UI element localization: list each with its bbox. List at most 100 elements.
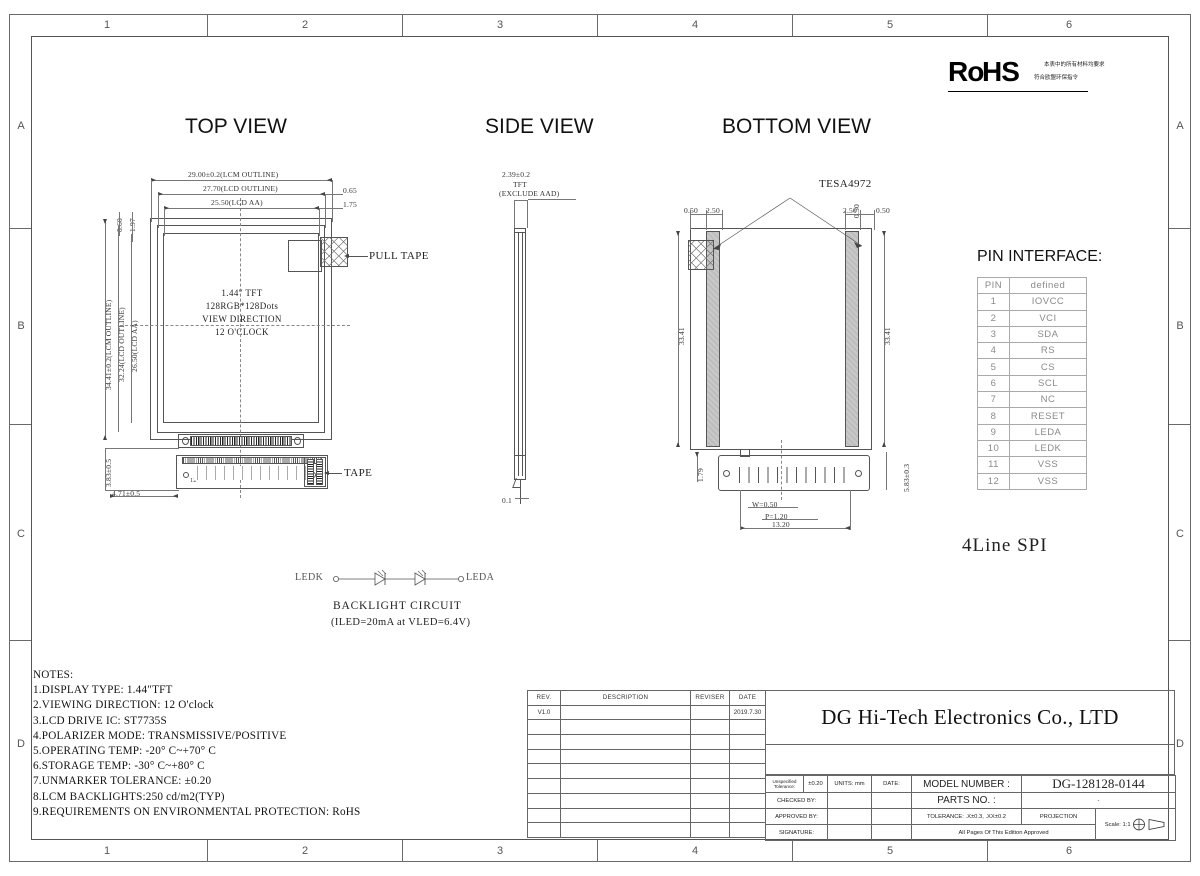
zone-label-left-a: A (17, 120, 25, 132)
revision-row (527, 792, 766, 809)
zone-label-right-a: A (1176, 120, 1184, 132)
backlight-title: BACKLIGHT CIRCUIT (333, 600, 462, 612)
zone-tick (9, 228, 31, 229)
dim-lcm-height: 34.41±0.2(LCM OUTLINE) (104, 299, 113, 390)
dim-arrow (695, 452, 699, 457)
pull-tape-box (288, 240, 322, 272)
revision-rev (527, 822, 561, 838)
zone-label-top-5: 5 (886, 19, 894, 31)
zone-tick (597, 14, 598, 36)
ext-line (158, 194, 159, 228)
scale-label: Scale: 1:1 (1104, 822, 1131, 829)
zone-label-bottom-1: 1 (103, 845, 111, 857)
revision-header-row: REV. DESCRIPTION REVISER DATE (527, 690, 766, 706)
revision-date: 2019.7.30 (729, 704, 766, 721)
ext-line (164, 208, 165, 236)
zone-tick (207, 840, 208, 862)
pin-number: 1 (977, 293, 1010, 311)
revision-reviser (690, 778, 730, 794)
zone-tick (402, 14, 403, 36)
revision-desc (560, 734, 691, 750)
revision-desc (560, 719, 691, 736)
title-block-row-3: APPROVED BY: TOLERANCE: .X±0.3, .XX±0.2 … (765, 808, 1176, 841)
zone-tick (207, 14, 208, 36)
zone-label-top-2: 2 (301, 19, 309, 31)
zone-tick (597, 840, 598, 862)
backlight-leda-label: LEDA (466, 572, 495, 583)
zone-tick (792, 840, 793, 862)
notes-block: NOTES: 1.DISPLAY TYPE: 1.44″TFT 2.VIEWING… (33, 668, 513, 820)
zone-tick (9, 424, 31, 425)
unspecified-tolerance-value: ±0.20 (803, 775, 828, 793)
dim-line-065 (325, 194, 343, 195)
tesa-label: TESA4972 (819, 178, 872, 190)
ext-line (119, 212, 120, 236)
pin-signal-name: NC (1009, 391, 1087, 409)
dim-arrow (103, 219, 107, 224)
dim-line-lcd-width (158, 194, 325, 195)
bottom-view-title: BOTTOM VIEW (722, 115, 871, 138)
dim-line-thickness (514, 200, 528, 201)
ext-line (132, 212, 133, 242)
dim-side-note-2: (EXCLUDE AAD) (499, 189, 560, 198)
title-block-row-2: CHECKED BY: PARTS NO. : - (765, 792, 1176, 809)
tape-label: TAPE (344, 467, 373, 479)
center-label-line-1: 1.44″ TFT (221, 288, 263, 298)
revision-desc (560, 763, 691, 780)
zone-label-right-b: B (1176, 320, 1184, 332)
pin-table-row: 12 VSS (977, 472, 1087, 490)
dim-arrow (173, 494, 178, 498)
revision-row (527, 719, 766, 736)
zone-label-bottom-3: 3 (496, 845, 504, 857)
zone-tick (1169, 640, 1191, 641)
tape-arrow (324, 471, 329, 475)
zone-label-left-b: B (17, 320, 25, 332)
note-item: 8.LCM BACKLIGHTS:250 cd/m2(TYP) (33, 790, 225, 803)
title-block-table: Unspecified Tolerance: ±0.20 UNITS: mm D… (765, 775, 1176, 841)
model-number-label: MODEL NUMBER : (911, 775, 1022, 793)
side-view-title: SIDE VIEW (485, 115, 594, 138)
rev-col-rev: REV. (527, 690, 561, 706)
dim-arrow (676, 442, 680, 447)
rohs-underline (948, 91, 1088, 92)
dim-arrow (676, 231, 680, 236)
signature-label: SIGNATURE: (765, 824, 828, 841)
drawing-sheet: 1 2 3 4 5 6 1 2 3 4 5 6 A B C D A B C D … (0, 0, 1200, 876)
revision-row (527, 807, 766, 824)
pin-number: 11 (977, 456, 1010, 474)
pin-table-row: 7 NC (977, 391, 1087, 409)
units-label: UNITS: mm (827, 775, 872, 793)
dim-side-note-1: TFT (513, 180, 527, 189)
revision-rev: V1.0 (527, 704, 561, 721)
zone-label-bottom-6: 6 (1065, 845, 1073, 857)
revision-reviser (690, 704, 730, 721)
pin-signal-name: LEDK (1009, 439, 1087, 458)
parts-no-label: PARTS NO. : (911, 792, 1022, 809)
revision-rev (527, 763, 561, 780)
revision-table: REV. DESCRIPTION REVISER DATE V1.0 2019.7… (527, 690, 766, 838)
company-name-cell: DG Hi-Tech Electronics Co., LTD (765, 690, 1175, 745)
pin-number: 6 (977, 374, 1010, 393)
zone-tick (987, 840, 988, 862)
revision-row (527, 748, 766, 765)
rohs-chinese-line-1: 本表中的所有材料均要求 (1044, 62, 1105, 68)
fpc-tail-fingers (194, 466, 310, 480)
zone-label-top-4: 4 (691, 19, 699, 31)
dim-right-065: 0.65 (343, 186, 357, 195)
tesa-leader-lines (710, 196, 870, 251)
revision-desc (560, 778, 691, 794)
pin-col-header-defined: defined (1009, 276, 1087, 295)
backlight-subtitle: (ILED=20mA at VLED=6.4V) (331, 617, 471, 628)
revision-date (729, 763, 766, 780)
note-item: 5.OPERATING TEMP: -20° C~+70° C (33, 745, 217, 758)
dim-bv-total: 13.20 (772, 520, 790, 529)
revision-rev (527, 807, 561, 824)
revision-date (729, 792, 766, 809)
rev-col-date: DATE (729, 690, 766, 706)
pin-number: 9 (977, 423, 1010, 441)
pin-table-row: 10 LEDK (977, 439, 1087, 458)
approved-date-value (871, 808, 912, 825)
bottom-view-tail-fingers (736, 467, 852, 483)
ext-line (332, 180, 333, 222)
pin-table-row: 8 RESET (977, 407, 1087, 425)
